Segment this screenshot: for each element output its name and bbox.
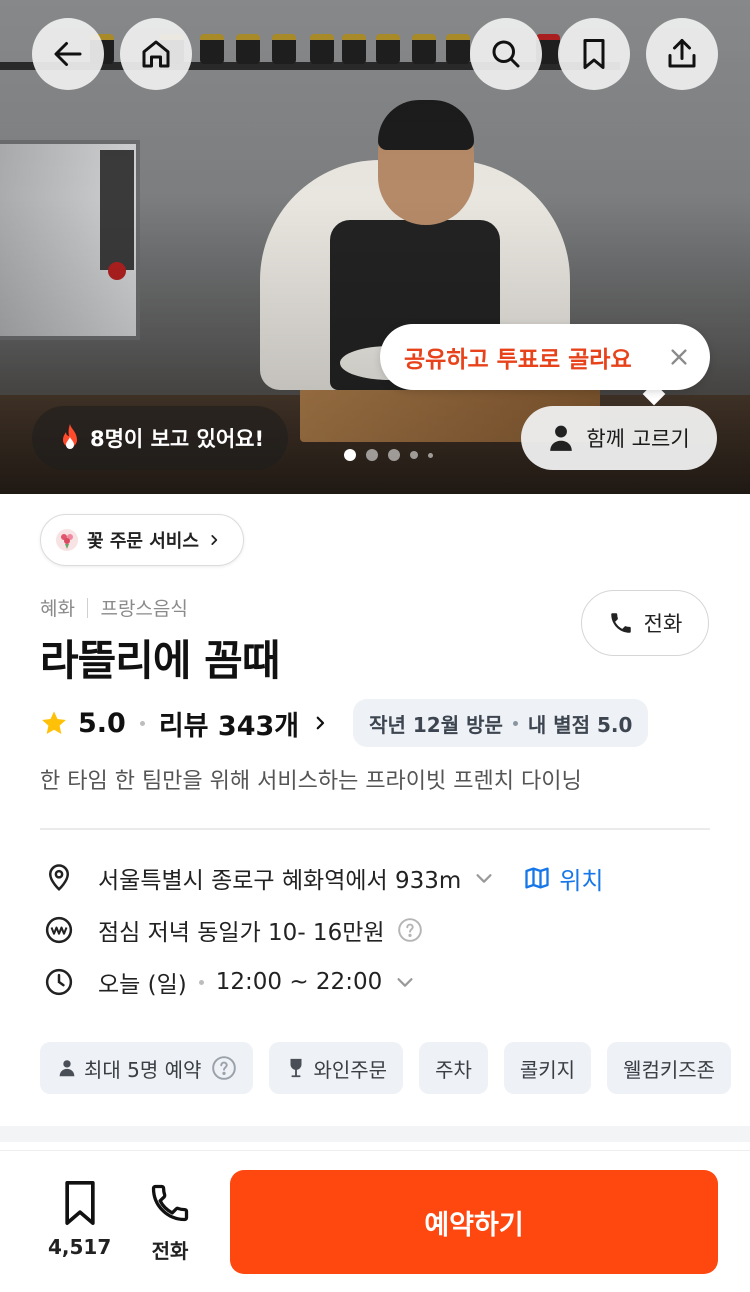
share-button[interactable] — [646, 18, 718, 90]
address-row[interactable]: 서울특별시 종로구 혜화역에서 933m 위치 — [44, 856, 604, 900]
tag-wine[interactable]: 와인주문 — [269, 1042, 404, 1094]
person-icon — [59, 1060, 75, 1077]
category-breadcrumb: 혜화 프랑스음식 — [40, 594, 188, 621]
call-button-label: 전화 — [643, 612, 683, 636]
viewers-text: 8명이 보고 있어요! — [90, 427, 265, 451]
bookmark-icon — [64, 1181, 95, 1225]
chevron-down-icon[interactable] — [394, 971, 416, 993]
hours-time: 12:00 ~ 22:00 — [215, 969, 383, 995]
slide-dot — [410, 451, 418, 459]
tag-corkage[interactable]: 콜키지 — [503, 1042, 592, 1094]
choose-together-button[interactable]: 함께 고르기 — [521, 406, 717, 470]
price-text: 점심 저녁 동일가 10- 16만원 — [98, 920, 385, 946]
home-button[interactable] — [120, 18, 192, 90]
separator-dot — [139, 720, 145, 726]
tag-label: 주차 — [435, 1057, 472, 1082]
slide-dot-active — [344, 449, 356, 461]
slide-indicator — [344, 449, 433, 461]
review-count-link[interactable]: 리뷰 343개 — [159, 704, 299, 743]
bookmark-count: 4,517 — [48, 1235, 112, 1259]
share-vote-tooltip[interactable]: 공유하고 투표로 골라요 — [380, 324, 710, 390]
tag-label: 와인주문 — [313, 1057, 388, 1082]
location-pin-icon — [48, 864, 70, 891]
price-coin-icon — [45, 916, 73, 944]
category-divider — [86, 597, 89, 618]
chevron-down-icon[interactable] — [473, 867, 495, 889]
restaurant-description: 한 타임 한 팀만을 위해 서비스하는 프라이빗 프렌치 다이닝 — [40, 769, 582, 794]
search-button[interactable] — [470, 18, 542, 90]
phone-icon — [610, 613, 631, 633]
flower-order-service-chip[interactable]: 꽃 주문 서비스 — [40, 514, 244, 566]
bottom-call-label: 전화 — [151, 1239, 189, 1263]
bottom-action-bar: 4,517 전화 예약하기 — [0, 1150, 750, 1292]
map-link-label: 위치 — [559, 866, 604, 895]
help-circle-icon[interactable] — [211, 1055, 237, 1081]
slide-dot — [388, 449, 400, 461]
tag-max-party[interactable]: 최대 5명 예약 — [40, 1042, 254, 1094]
section-gap — [0, 1126, 750, 1142]
help-circle-icon[interactable] — [397, 917, 423, 943]
category-area: 혜화 — [40, 598, 75, 620]
tag-welcome-kids[interactable]: 웰컴키즈존 — [607, 1042, 732, 1094]
service-chip-label: 꽃 주문 서비스 — [87, 531, 199, 552]
phone-icon — [151, 1184, 189, 1222]
bottom-call-button[interactable]: 전화 — [148, 1179, 192, 1264]
bookmark-icon — [583, 39, 605, 69]
slide-dot — [428, 452, 433, 458]
price-row: 점심 저녁 동일가 10- 16만원 — [44, 908, 423, 952]
my-rating: 내 별점 5.0 — [527, 712, 633, 737]
fire-icon — [63, 424, 77, 449]
slide-dot — [366, 449, 378, 461]
hours-day: 오늘 (일) — [98, 972, 187, 998]
tag-parking[interactable]: 주차 — [419, 1042, 488, 1094]
person-icon — [550, 425, 573, 451]
choose-together-label: 함께 고르기 — [586, 427, 690, 451]
home-icon — [142, 40, 170, 68]
clock-icon — [45, 968, 73, 996]
rating-row: 5.0 리뷰 343개 작년 12월 방문 내 별점 5.0 — [40, 698, 649, 748]
visit-date: 작년 12월 방문 — [369, 712, 503, 737]
flower-bouquet-icon — [56, 529, 78, 551]
feature-tags: 최대 5명 예약 와인주문 주차 콜키지 웰컴키즈존 — [40, 1042, 732, 1094]
hours-row[interactable]: 오늘 (일) 12:00 ~ 22:00 — [44, 960, 416, 1004]
restaurant-name: 라뜰리에 꼼때 — [40, 636, 280, 685]
star-icon — [42, 711, 66, 734]
rating-value: 5.0 — [78, 707, 126, 739]
separator-dot — [198, 979, 204, 985]
tag-label: 웰컴키즈존 — [623, 1057, 716, 1082]
close-icon[interactable] — [668, 346, 690, 368]
reserve-button[interactable]: 예약하기 — [230, 1170, 718, 1274]
back-button[interactable] — [32, 18, 104, 90]
address-text: 서울특별시 종로구 혜화역에서 933m — [98, 868, 462, 894]
bookmark-button[interactable]: 4,517 — [48, 1179, 111, 1259]
tooltip-text: 공유하고 투표로 골라요 — [404, 347, 632, 373]
map-location-link[interactable]: 위치 — [523, 861, 604, 896]
live-viewers-badge: 8명이 보고 있어요! — [32, 406, 289, 470]
bookmark-top-button[interactable] — [558, 18, 630, 90]
category-cuisine: 프랑스음식 — [100, 598, 188, 620]
search-icon — [492, 40, 520, 68]
chevron-right-icon — [211, 535, 218, 545]
share-icon — [668, 39, 696, 68]
call-button[interactable]: 전화 — [581, 590, 709, 656]
tag-label: 최대 5명 예약 — [84, 1057, 202, 1082]
back-arrow-icon — [54, 42, 82, 66]
my-visit-badge[interactable]: 작년 12월 방문 내 별점 5.0 — [353, 699, 649, 747]
tag-label: 콜키지 — [519, 1057, 576, 1082]
section-divider — [40, 828, 710, 830]
chevron-right-icon[interactable] — [311, 714, 329, 732]
separator-dot — [512, 720, 518, 726]
map-icon — [525, 867, 549, 889]
wine-glass-icon — [290, 1058, 302, 1078]
